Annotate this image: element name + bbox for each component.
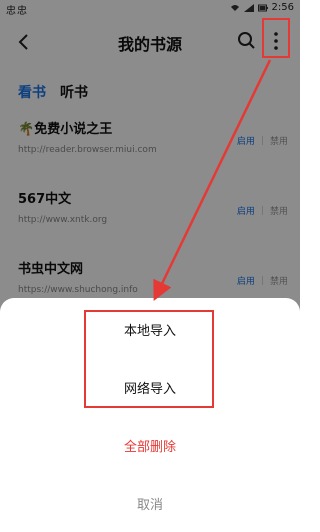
cancel-button[interactable]: 取消 [0, 494, 300, 513]
screen: 忠忠 2:56 我的书源 看书 听书 🌴免费小说之王 http://reader [0, 0, 300, 532]
highlight-box [262, 18, 290, 58]
highlight-box [84, 310, 214, 408]
bottom-sheet: 本地导入 网络导入 全部删除 取消 [0, 298, 300, 532]
delete-all-button[interactable]: 全部删除 [0, 436, 300, 455]
